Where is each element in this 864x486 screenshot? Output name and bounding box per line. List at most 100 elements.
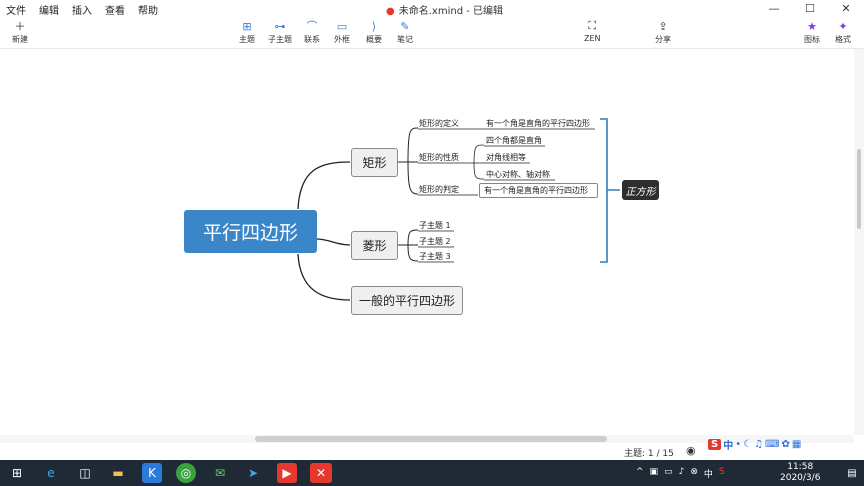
ime-toolbox-icon[interactable]: ▦ [792,439,801,450]
menu-view[interactable]: 查看 [105,2,125,17]
boundary-button[interactable]: ▭ 外框 [334,18,350,45]
tray-lock-icon[interactable]: ⊗ [690,467,698,480]
menu-insert[interactable]: 插入 [72,2,92,17]
tray-app-icon[interactable]: ▣ [650,467,659,480]
subtopic-judgement[interactable]: 矩形的判定 [419,184,469,194]
branch-line [297,161,351,210]
minimize-button[interactable]: — [756,0,792,16]
clock[interactable]: 11:58 2020/3/6 [780,462,820,484]
summary-bracket [600,118,620,263]
leaf-property-3[interactable]: 中心对称、轴对称 [486,169,566,179]
relation-icon: ⌒ [306,20,318,33]
new-icon: ＋ [14,20,26,33]
eye-icon[interactable]: ◉ [686,444,696,457]
subtopic-definition[interactable]: 矩形的定义 [419,118,469,128]
tray-sogou-icon[interactable]: S [719,467,725,480]
subtopic-2[interactable]: 子主题 2 [419,236,459,246]
boundary-label: 外框 [334,35,350,44]
vertical-scroll-thumb[interactable] [857,149,861,229]
vertical-scrollbar[interactable] [854,49,864,435]
ime-keyboard-icon[interactable]: ⌨ [765,439,779,450]
tray-volume-icon[interactable]: ♪ [679,467,685,480]
summary-label: 概要 [366,35,382,44]
leaf-property-1[interactable]: 四个角都是直角 [486,135,556,145]
browser-icon[interactable]: ◎ [176,463,196,483]
ime-toolbar: S 中 • ☾ ♫ ⌨ ✿ ▦ [708,437,801,452]
xmind-icon[interactable]: ✕ [310,463,332,483]
main-topic-rhombus[interactable]: 菱形 [351,231,398,260]
menu-help[interactable]: 帮助 [138,2,158,17]
file-explorer-icon[interactable]: ▬ [108,463,128,483]
ime-punct-icon[interactable]: • [735,439,741,450]
format-button[interactable]: ✦ 格式 [835,18,851,45]
ime-mic-icon[interactable]: ♫ [754,439,763,450]
summary-icon: ⟩ [371,19,377,33]
note-button[interactable]: ✎ 笔记 [397,18,413,45]
window-controls: — ☐ ✕ [756,0,864,16]
edge-icon[interactable]: e [41,463,61,483]
menu-bar: 文件 编辑 插入 查看 帮助 [6,2,158,17]
send-icon[interactable]: ➤ [243,463,263,483]
relation-label: 联系 [304,35,320,44]
topic-button[interactable]: ⊞ 主题 [239,18,255,45]
leaf-text: 四个角都是直角 [486,135,542,145]
subtopic-3[interactable]: 子主题 3 [419,251,459,261]
share-icon: ⇪ [658,19,668,33]
notification-icon[interactable]: ▤ [842,463,862,483]
main-topic-rectangle[interactable]: 矩形 [351,148,398,177]
leaf-property-2[interactable]: 对角线相等 [486,152,546,162]
clock-time: 11:58 [787,462,814,472]
new-button[interactable]: ＋ 新建 [12,18,28,45]
summary-topic[interactable]: 正方形 [622,180,659,200]
close-button[interactable]: ✕ [828,0,864,16]
branch-line [398,229,419,262]
menu-edit[interactable]: 编辑 [39,2,59,17]
menu-file[interactable]: 文件 [6,2,26,17]
share-button[interactable]: ⇪ 分享 [655,18,671,45]
main-topic-general[interactable]: 一般的平行四边形 [351,286,463,315]
central-topic[interactable]: 平行四边形 [184,210,317,253]
video-icon[interactable]: ▶ [277,463,297,483]
tray-arrow-icon[interactable]: ^ [636,467,644,480]
horizontal-scroll-thumb[interactable] [255,436,607,442]
sticker-icon: ★ [807,19,817,33]
subtopic-text: 矩形的性质 [419,152,459,162]
relation-button[interactable]: ⌒ 联系 [304,18,320,45]
leaf-text: 有一个角是直角的平行四边形 [486,118,590,128]
sogou-icon[interactable]: S [708,439,722,450]
wechat-icon[interactable]: ✉ [210,463,230,483]
system-tray: ^ ▣ ▭ ♪ ⊗ 中 S [636,467,725,480]
windows-start-icon[interactable]: ⊞ [7,463,27,483]
subtopic-text: 子主题 2 [419,236,451,246]
document-title: ● 未命名.xmind - 已编辑 [386,2,503,17]
leaf-judgement-selected[interactable]: 有一个角是直角的平行四边形 [479,183,598,198]
subtopic-1[interactable]: 子主题 1 [419,220,459,230]
format-icon: ✦ [838,19,848,33]
ime-lang[interactable]: 中 [723,437,733,452]
ime-moon-icon[interactable]: ☾ [743,439,752,450]
subtopic-button[interactable]: ⊶ 子主题 [268,18,292,45]
subtopic-icon: ⊶ [274,19,286,33]
summary-button[interactable]: ⟩ 概要 [366,18,382,45]
tray-network-icon[interactable]: ▭ [664,467,673,480]
subtopic-text: 子主题 1 [419,220,451,230]
ime-skin-icon[interactable]: ✿ [781,439,789,450]
share-label: 分享 [655,35,671,44]
icons-button[interactable]: ★ 图标 [804,18,820,45]
leaf-definition[interactable]: 有一个角是直角的平行四边形 [486,118,598,128]
leaf-text: 有一个角是直角的平行四边形 [484,186,588,195]
topic-icon: ⊞ [242,19,252,33]
subtopic-text: 子主题 3 [419,251,451,261]
subtopic-property[interactable]: 矩形的性质 [419,152,469,162]
clock-date: 2020/3/6 [780,473,821,483]
central-topic-text: 平行四边形 [202,222,298,244]
zen-button[interactable]: ⛶ ZEN [584,18,601,43]
leaf-text: 中心对称、轴对称 [486,169,550,179]
maximize-button[interactable]: ☐ [792,0,828,16]
topic-count: 主题: 1 / 15 [624,449,674,459]
mindmap-canvas[interactable]: 平行四边形 矩形 菱形 一般的平行四边形 矩形的定义 矩形的性质 矩形的判定 有… [0,49,854,435]
store-icon[interactable]: ◫ [75,463,95,483]
topic-label: 主题 [239,35,255,44]
k-app-icon[interactable]: K [142,463,162,483]
tray-lang[interactable]: 中 [704,467,713,480]
